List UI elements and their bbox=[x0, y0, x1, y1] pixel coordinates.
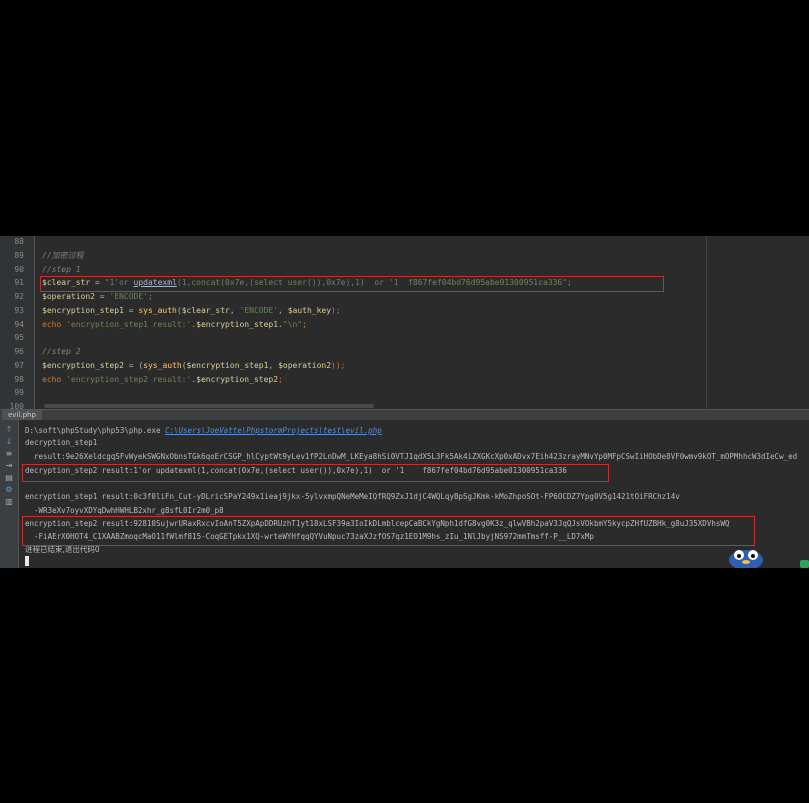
run-tab-evil-php[interactable]: evil.php bbox=[2, 410, 42, 420]
run-toolbar: ↑ ↓ ≡ ⇥ ▤ ⚙ ▥ bbox=[0, 420, 19, 568]
line-number: 99 bbox=[14, 388, 24, 397]
code-function-call: sys_auth bbox=[143, 361, 182, 370]
line-number: 100 bbox=[9, 402, 24, 409]
right-margin-guide bbox=[706, 236, 707, 409]
arrow-up-icon[interactable]: ↑ bbox=[4, 426, 14, 434]
code-function-call: sys_auth bbox=[138, 306, 177, 315]
code-variable: $operation2 bbox=[42, 292, 95, 301]
run-output-panel: ↑ ↓ ≡ ⇥ ▤ ⚙ ▥ D:\soft\phpStudy\php53\php… bbox=[0, 420, 809, 568]
line-number: 90 bbox=[14, 265, 24, 274]
code-line-93: $encryption_step1 = sys_auth($clear_str,… bbox=[42, 306, 341, 316]
editor-horizontal-scrollbar[interactable] bbox=[44, 404, 374, 408]
screenshot-region: 88 89 90 91 92 93 94 95 96 97 98 99 100 … bbox=[0, 236, 809, 568]
code-comment: //step 1 bbox=[42, 265, 81, 274]
line-number: 98 bbox=[14, 375, 24, 384]
code-semicolon: ; bbox=[278, 375, 283, 384]
code-line-97: $encryption_step2 = (sys_auth($encryptio… bbox=[42, 361, 346, 371]
command-line: D:\soft\phpStudy\php53\php.exe C:\Users\… bbox=[25, 426, 382, 436]
code-string: "\n" bbox=[282, 320, 303, 329]
code-string: 'encryption_step2 result:' bbox=[61, 375, 192, 384]
text-cursor bbox=[25, 556, 29, 566]
code-keyword: echo bbox=[42, 320, 62, 329]
code-line-98: echo 'encryption_step2 result:'.$encrypt… bbox=[42, 375, 283, 385]
line-number: 88 bbox=[14, 237, 24, 246]
settings-icon[interactable]: ⚙ bbox=[4, 486, 14, 494]
code-line-94: echo 'encryption_step1 result:'.$encrypt… bbox=[42, 320, 307, 330]
code-keyword: echo bbox=[42, 375, 62, 384]
code-comment: //加密过程 bbox=[42, 251, 84, 260]
code-string: 'ENCODE' bbox=[239, 306, 279, 315]
code-semicolon: ); bbox=[331, 306, 341, 315]
line-number: 93 bbox=[14, 306, 24, 315]
code-comment: //step 2 bbox=[42, 347, 81, 356]
scroll-end-icon[interactable]: ⇥ bbox=[4, 462, 14, 470]
output-line: result:9e26XeldcgqSFvWyekSWGNxObnsTGk6qo… bbox=[25, 452, 798, 461]
output-line: decryption_step1 bbox=[25, 438, 98, 447]
code-comma: , bbox=[229, 306, 240, 315]
line-number: 92 bbox=[14, 292, 24, 301]
code-variable: $encryption_step2 bbox=[42, 361, 124, 370]
code-semicolon: ; bbox=[147, 292, 153, 301]
code-comma: , bbox=[278, 306, 288, 315]
code-variable: $encryption_step1 bbox=[196, 320, 279, 329]
code-operator: = bbox=[123, 306, 139, 315]
script-file-link[interactable]: C:\Users\JoeVatte\PhpstormProjects\test\… bbox=[165, 426, 382, 435]
code-string: 'ENCODE' bbox=[109, 292, 148, 301]
code-string: 'encryption_step1 result:' bbox=[61, 320, 192, 329]
code-variable: $operation2 bbox=[278, 361, 332, 370]
code-variable: $encryption_step1 bbox=[186, 361, 269, 370]
code-line-92: $operation2 = 'ENCODE'; bbox=[42, 292, 153, 302]
soft-wrap-icon[interactable]: ≡ bbox=[4, 450, 14, 458]
php-exe-path: D:\soft\phpStudy\php53\php.exe bbox=[25, 426, 165, 435]
arrow-down-icon[interactable]: ↓ bbox=[4, 438, 14, 446]
code-variable: $encryption_step1 bbox=[42, 306, 124, 315]
code-variable: $auth_key bbox=[287, 306, 332, 315]
code-variable: $encryption_step2 bbox=[196, 375, 279, 384]
output-line: encryption_step1 result:0c3f0liFn_Cut-yD… bbox=[25, 492, 680, 501]
highlight-box bbox=[22, 464, 609, 482]
highlight-box bbox=[40, 276, 664, 292]
mascot-icon bbox=[729, 550, 763, 568]
line-number-gutter: 88 89 90 91 92 93 94 95 96 97 98 99 100 bbox=[0, 236, 35, 409]
code-semicolon: ; bbox=[302, 320, 307, 329]
trash-icon[interactable]: ▥ bbox=[4, 498, 14, 506]
process-exit-message: 进程已结束,退出代码0 bbox=[25, 545, 100, 554]
line-number: 89 bbox=[14, 251, 24, 260]
line-number: 96 bbox=[14, 347, 24, 356]
code-variable: $clear_str bbox=[181, 306, 230, 315]
line-number: 97 bbox=[14, 361, 24, 370]
code-operator: = bbox=[123, 361, 139, 370]
line-number: 91 bbox=[14, 278, 24, 287]
code-semicolon: )); bbox=[331, 361, 346, 370]
output-line: -WR3eXv7oyvXDYqDwhHWHLB2xhr_g8sfL0Ir2m0_… bbox=[25, 506, 224, 515]
status-indicator bbox=[800, 560, 809, 568]
code-editor[interactable]: 88 89 90 91 92 93 94 95 96 97 98 99 100 … bbox=[0, 236, 809, 409]
print-icon[interactable]: ▤ bbox=[4, 474, 14, 482]
code-comma: , bbox=[268, 361, 279, 370]
run-tab-bar: evil.php bbox=[0, 409, 809, 420]
highlight-box bbox=[22, 516, 755, 546]
code-operator: = bbox=[94, 292, 110, 301]
line-number: 94 bbox=[14, 320, 24, 329]
line-number: 95 bbox=[14, 333, 24, 342]
